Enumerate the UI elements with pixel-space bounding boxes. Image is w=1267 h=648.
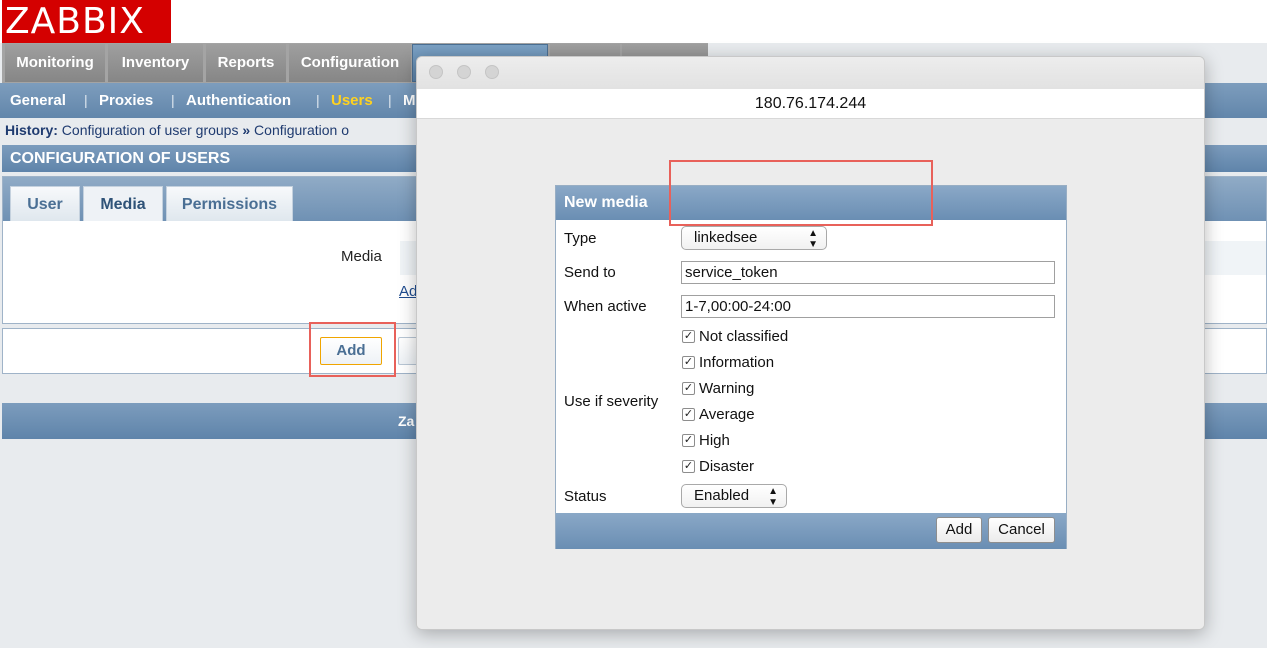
type-select-value: linkedsee [694, 229, 758, 246]
send-to-label: Send to [564, 264, 616, 281]
status-label: Status [564, 488, 607, 505]
submenu-media-types[interactable]: M [403, 83, 416, 118]
zoom-window-icon[interactable] [485, 65, 499, 79]
tab-media[interactable]: Media [83, 186, 163, 221]
checkbox-checked-icon[interactable]: ✓ [682, 382, 695, 395]
popup-window: 180.76.174.244 New media Type linkedsee … [416, 56, 1205, 630]
when-active-input[interactable] [681, 295, 1055, 318]
add-media-button[interactable]: Add [936, 517, 982, 543]
checkbox-checked-icon[interactable]: ✓ [682, 330, 695, 343]
type-sendto-annotation [669, 160, 933, 226]
footer-text: Za [398, 413, 415, 429]
severity-name: Information [699, 354, 775, 371]
submenu-general[interactable]: General [10, 83, 66, 118]
menu-tab-monitoring[interactable]: Monitoring [5, 44, 105, 82]
checkbox-checked-icon[interactable]: ✓ [682, 434, 695, 447]
submenu-proxies[interactable]: Proxies [99, 83, 153, 118]
type-select[interactable]: linkedsee ▲ ▼ [681, 226, 827, 250]
severity-name: Disaster [699, 458, 755, 475]
menu-tab-configuration[interactable]: Configuration [289, 44, 411, 82]
logo-bar: ZABBIX [0, 0, 1267, 43]
popup-url: 180.76.174.244 [754, 95, 867, 112]
history-separator: » [242, 122, 251, 138]
submenu-users[interactable]: Users [331, 83, 373, 118]
window-titlebar[interactable] [417, 57, 1204, 89]
submenu-separator: | [171, 92, 175, 108]
when-active-label: When active [564, 298, 647, 315]
cancel-media-button[interactable]: Cancel [988, 517, 1055, 543]
minimize-window-icon[interactable] [457, 65, 471, 79]
status-select[interactable]: Enabled ▲ ▼ [681, 484, 787, 508]
select-arrows-icon: ▲ ▼ [808, 228, 818, 250]
select-arrows-icon: ▲ ▼ [768, 486, 778, 508]
severity-name: Average [699, 406, 755, 423]
zabbix-logo[interactable]: ZABBIX [2, 0, 171, 43]
severity-label: Use if severity [564, 393, 659, 410]
new-media-dialog: New media Type linkedsee ▲▼ Send to When… [555, 185, 1067, 549]
submenu-separator: | [84, 92, 88, 108]
menu-tab-inventory[interactable]: Inventory [108, 44, 203, 82]
history-link-user-groups[interactable]: Configuration of user groups [62, 122, 239, 138]
media-add-link[interactable]: Ad [399, 283, 417, 300]
checkbox-checked-icon[interactable]: ✓ [682, 460, 695, 473]
severity-name: Warning [699, 380, 755, 397]
close-window-icon[interactable] [429, 65, 443, 79]
severity-name: High [699, 432, 730, 449]
dialog-footer: Add Cancel [556, 513, 1066, 549]
menu-tab-reports[interactable]: Reports [206, 44, 286, 82]
tab-user[interactable]: User [10, 186, 80, 221]
submenu-authentication[interactable]: Authentication [186, 83, 291, 118]
checkbox-checked-icon[interactable]: ✓ [682, 408, 695, 421]
send-to-input[interactable] [681, 261, 1055, 284]
type-label: Type [564, 230, 597, 247]
severity-name: Not classified [699, 328, 789, 345]
add-button-annotation [309, 322, 396, 377]
history-link-users[interactable]: Configuration o [254, 122, 349, 138]
checkbox-checked-icon[interactable]: ✓ [682, 356, 695, 369]
history-label: History: [5, 122, 58, 138]
status-select-value: Enabled [694, 487, 750, 504]
submenu-separator: | [316, 92, 320, 108]
address-bar[interactable]: 180.76.174.244 [417, 89, 1204, 119]
submenu-separator: | [388, 92, 392, 108]
tab-permissions[interactable]: Permissions [166, 186, 293, 221]
breadcrumb: History: Configuration of user groups » … [5, 122, 349, 138]
media-label: Media [341, 248, 382, 265]
